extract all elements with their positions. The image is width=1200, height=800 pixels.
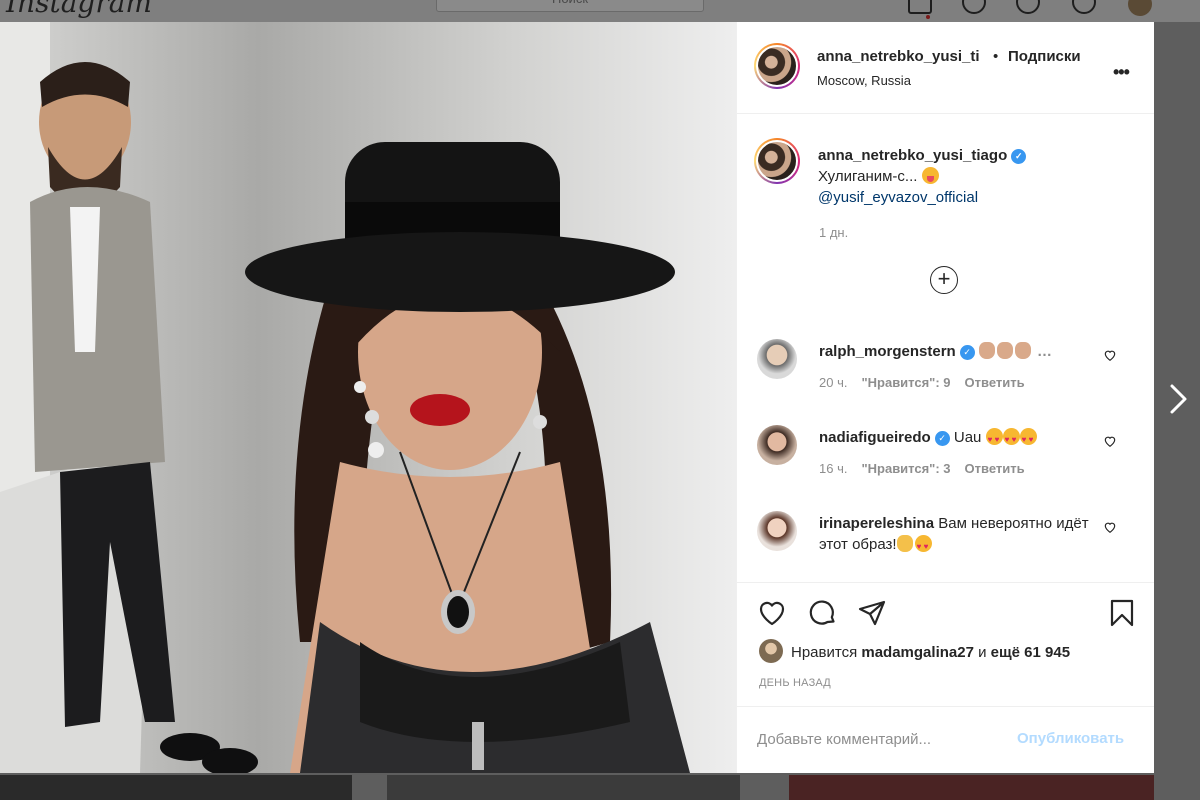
verified-badge-icon: ✓ — [934, 430, 950, 446]
comment-body: irinapereleshina Вам невероятно идёт это… — [819, 513, 1094, 557]
caption-username[interactable]: anna_netrebko_yusi_tiago — [818, 147, 1007, 164]
heart-eyes-emoji-icon — [914, 535, 932, 557]
grid-thumbnail — [0, 775, 352, 800]
comment-username[interactable]: nadiafigueiredo — [819, 429, 931, 446]
add-comment-form: Опубликовать — [737, 706, 1154, 773]
heart-icon[interactable] — [757, 598, 787, 628]
caption-time: 1 дн. — [819, 225, 849, 240]
comment-meta: 20 ч. "Нравится": 9 Ответить — [819, 375, 1025, 390]
direct-icon — [962, 0, 986, 14]
post-location[interactable]: Moscow, Russia — [817, 73, 911, 88]
likes-count[interactable]: ещё 61 945 — [991, 644, 1070, 661]
background-search-input: Поиск — [436, 0, 704, 12]
heart-eyes-emoji-icon — [985, 428, 1003, 450]
clap-emoji-icon — [978, 342, 995, 359]
author-avatar[interactable] — [754, 43, 800, 89]
comment-text: … — [1037, 343, 1053, 360]
chevron-right-icon[interactable] — [1168, 382, 1190, 416]
verified-badge-icon: ✓ — [1011, 148, 1027, 164]
notification-dot — [926, 15, 930, 19]
clap-emoji-icon — [896, 535, 913, 552]
caption-username-row: anna_netrebko_yusi_tiago ✓ — [818, 147, 1027, 164]
profile-avatar — [1128, 0, 1152, 16]
comment-avatar[interactable] — [757, 425, 797, 465]
reply-button[interactable]: Ответить — [965, 375, 1025, 390]
clap-emoji-icon — [1014, 342, 1031, 359]
verified-badge-icon: ✓ — [959, 344, 975, 360]
likes-summary: Нравится madamgalina27 и ещё 61 945 — [759, 639, 1070, 663]
comment-avatar[interactable] — [757, 511, 797, 551]
comment-time: 16 ч. — [819, 461, 848, 476]
comment-likes-count[interactable]: "Нравится": 3 — [861, 461, 950, 476]
comment-text: Uau — [953, 429, 982, 446]
comment-icon[interactable] — [808, 598, 838, 628]
instagram-logo: Instagram — [6, 0, 152, 19]
reply-button[interactable]: Ответить — [965, 461, 1025, 476]
grid-thumbnail — [789, 775, 1154, 800]
heart-eyes-emoji-icon — [1019, 428, 1037, 450]
comments-list[interactable]: anna_netrebko_yusi_tiago ✓ Хулиганим-с...… — [737, 114, 1154, 582]
explore-icon — [1016, 0, 1040, 14]
post-sidebar: anna_netrebko_yusi_ti • Подписки Moscow,… — [736, 22, 1154, 773]
comment-likes-count[interactable]: "Нравится": 9 — [861, 375, 950, 390]
grid-thumbnail — [387, 775, 740, 800]
comment-avatar[interactable] — [757, 339, 797, 379]
comment-body: ralph_morgenstern ✓ … — [819, 341, 1094, 362]
header-separator: • — [993, 48, 999, 65]
post-actions: Нравится madamgalina27 и ещё 61 945 ДЕНЬ… — [737, 582, 1154, 706]
liker-avatar[interactable] — [759, 639, 783, 663]
home-icon — [908, 0, 932, 14]
comment-like-heart-icon[interactable] — [1103, 434, 1117, 448]
background-header: Instagram Поиск — [0, 0, 1200, 22]
load-more-comments-button[interactable]: + — [930, 266, 958, 294]
likes-conjunction: и — [978, 644, 987, 661]
tongue-emoji-icon — [921, 167, 939, 184]
bookmark-icon[interactable] — [1107, 598, 1137, 628]
comment-username[interactable]: irinapereleshina — [819, 515, 934, 532]
caption-text: Хулиганим-с... — [818, 168, 918, 185]
comment-body: nadiafigueiredo ✓ Uau — [819, 427, 1094, 450]
comment-like-heart-icon[interactable] — [1103, 520, 1117, 534]
clap-emoji-icon — [996, 342, 1013, 359]
caption-mention-link[interactable]: @yusif_eyvazov_official — [818, 189, 978, 206]
post-image-illustration — [0, 22, 736, 773]
comment-like-heart-icon[interactable] — [1103, 348, 1117, 362]
likes-prefix: Нравится — [791, 644, 858, 661]
more-options-button[interactable]: ••• — [1113, 62, 1130, 83]
comment-meta: 16 ч. "Нравится": 3 Ответить — [819, 461, 1025, 476]
follow-button[interactable]: Подписки — [1008, 48, 1081, 65]
publish-button[interactable]: Опубликовать — [1017, 730, 1124, 747]
share-icon[interactable] — [857, 598, 887, 628]
caption-text-row: Хулиганим-с... — [818, 167, 939, 185]
activity-heart-icon — [1072, 0, 1096, 14]
heart-eyes-emoji-icon — [1002, 428, 1020, 450]
comment-time: 20 ч. — [819, 375, 848, 390]
liker-username[interactable]: madamgalina27 — [861, 644, 974, 661]
caption-avatar[interactable] — [754, 138, 800, 184]
post-photo[interactable] — [0, 22, 736, 773]
post-modal: anna_netrebko_yusi_ti • Подписки Moscow,… — [0, 22, 1154, 773]
author-username[interactable]: anna_netrebko_yusi_ti — [817, 48, 980, 65]
comment-input[interactable] — [757, 725, 997, 753]
post-header: anna_netrebko_yusi_ti • Подписки Moscow,… — [737, 22, 1154, 114]
post-date: ДЕНЬ НАЗАД — [759, 677, 831, 689]
comment-username[interactable]: ralph_morgenstern — [819, 343, 956, 360]
